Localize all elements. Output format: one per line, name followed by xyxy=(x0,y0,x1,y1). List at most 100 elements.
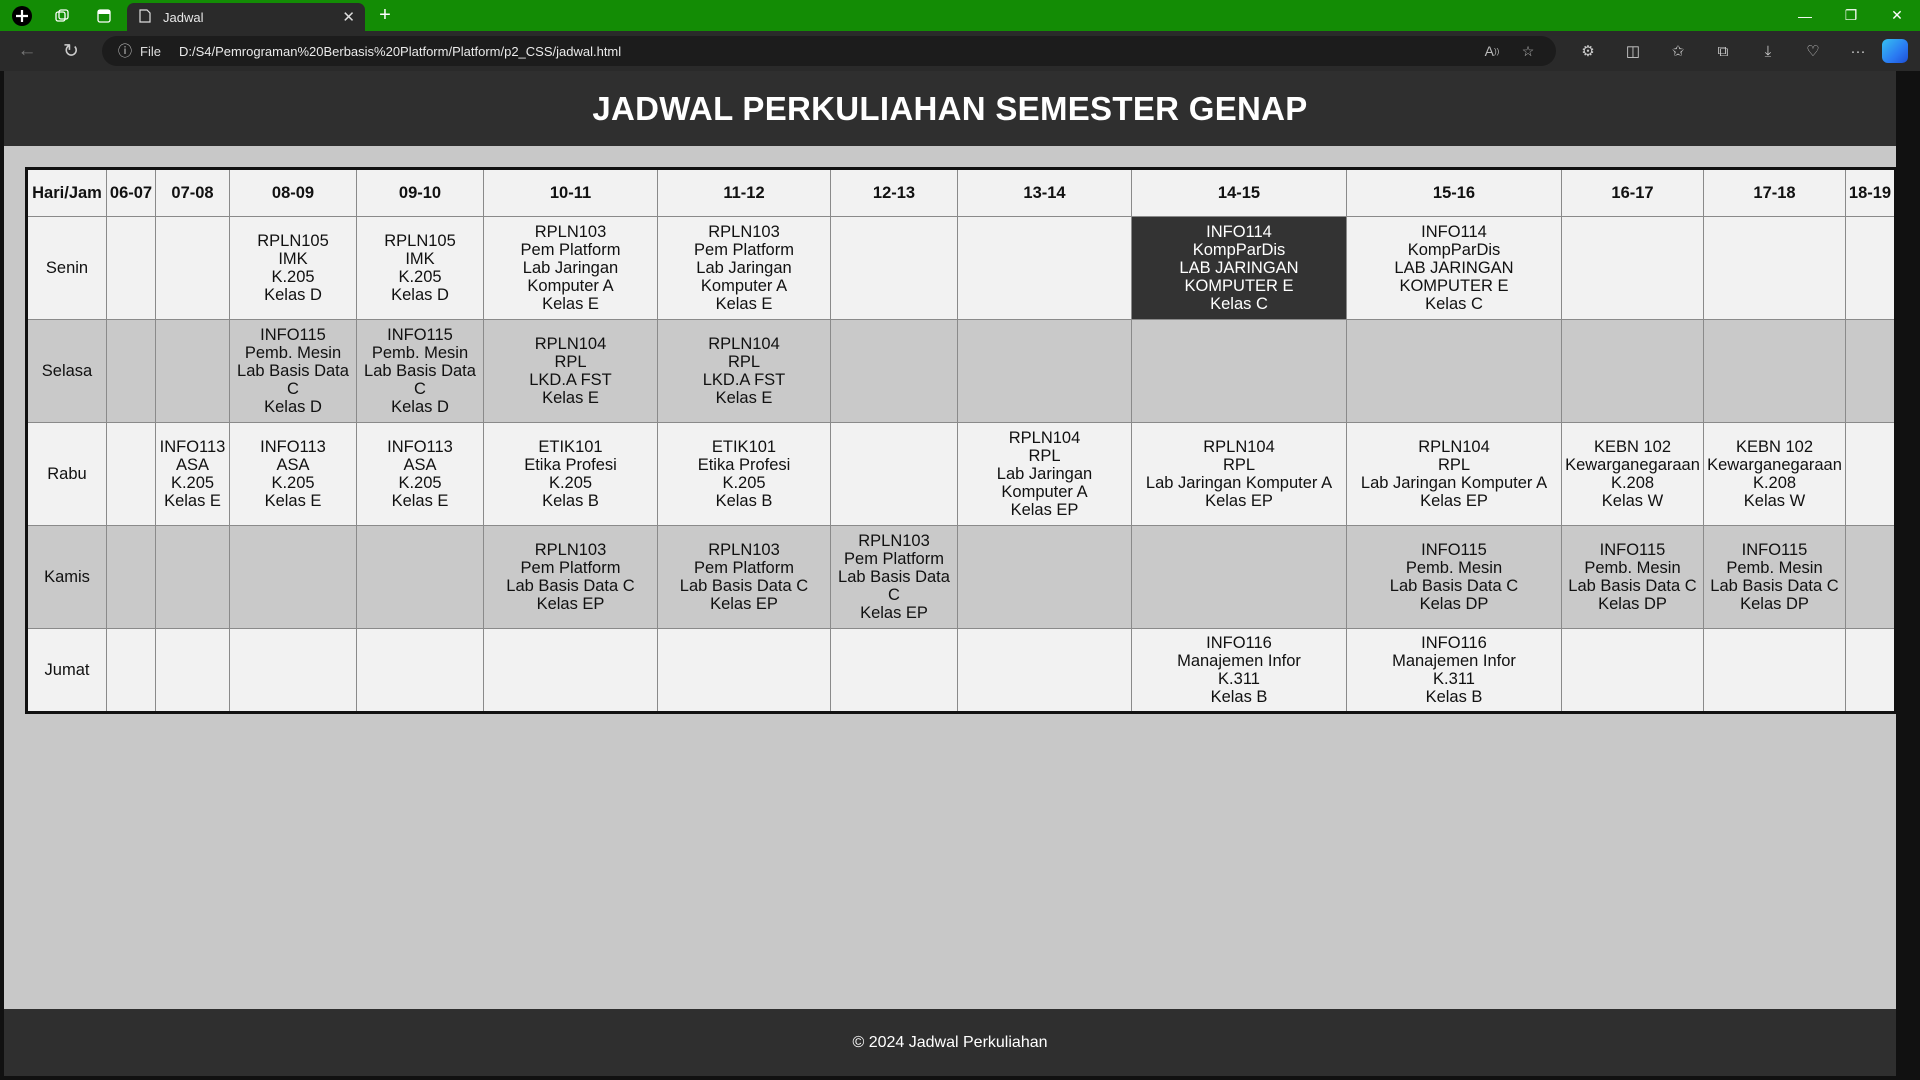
header-hour: 08-09 xyxy=(229,168,357,217)
cell-line: RPLN104 xyxy=(534,335,607,353)
schedule-row-rabu: Rabu INFO113 ASA K.205 Kelas E INFO113 ASA K.20… xyxy=(26,422,1896,526)
tab-actions-icon[interactable] xyxy=(84,0,124,31)
cell-line: Kewarganegaraan xyxy=(1707,456,1842,474)
favorite-star-icon[interactable]: ☆ xyxy=(1514,36,1542,66)
cell-line: RPLN103 xyxy=(858,532,930,550)
cell-line: Lab Basis Data C xyxy=(679,577,809,595)
copilot-icon[interactable] xyxy=(1882,39,1908,63)
class-cell: RPLN103 Pem Platform Lab Basis Data C Kelas … xyxy=(830,525,958,629)
restore-icon[interactable]: ❐ xyxy=(1828,0,1874,31)
cell-line: RPL xyxy=(1028,447,1061,465)
header-hour: 06-07 xyxy=(106,168,156,217)
cell-line: K.205 xyxy=(271,474,315,492)
class-cell: RPLN104 RPL Lab Jaringan Komputer A Kelas EP xyxy=(957,422,1132,526)
class-cell: INFO115 Pemb. Mesin Lab Basis Data C Kelas … xyxy=(1703,525,1846,629)
day-cell: Rabu xyxy=(26,422,107,526)
cell-line: ETIK101 xyxy=(538,438,603,456)
cell-line: Kelas EP xyxy=(1010,501,1079,519)
cell-line: Lab Jaringan xyxy=(522,259,619,277)
cell-line: Kelas EP xyxy=(710,595,778,613)
cell-line: RPLN104 xyxy=(1008,429,1081,447)
class-cell: INFO114 KompParDis LAB JARINGAN KOMPUTER EK… xyxy=(1346,216,1562,320)
empty-cell xyxy=(957,525,1132,629)
downloads-icon[interactable]: ⤓ xyxy=(1750,36,1786,66)
empty-cell xyxy=(483,628,658,713)
schedule-header-row: Hari/Jam 06-07 07-08 08-09 09-10 10-11 11-12 12… xyxy=(26,168,1896,217)
cell-line: Kelas E xyxy=(715,389,773,407)
extensions-icon[interactable]: ⚙ xyxy=(1570,36,1606,66)
cell-line: INFO113 xyxy=(260,438,326,456)
browser-tab[interactable]: Jadwal ✕ xyxy=(127,3,365,31)
cell-line: Kelas E xyxy=(542,295,599,313)
header-hour: 11-12 xyxy=(657,168,831,217)
cell-line: RPLN103 xyxy=(708,541,780,559)
more-menu-icon[interactable]: ··· xyxy=(1840,36,1876,66)
cell-line: INFO115 xyxy=(1599,541,1666,559)
browser-tab-strip: Jadwal ✕ + — ❐ ✕ xyxy=(0,0,1920,31)
cell-line: Kelas E xyxy=(264,492,322,510)
schedule-row-selasa: Selasa INFO115 Pemb. Mesin Lab Basis Data C K… xyxy=(26,319,1896,423)
cell-line: ETIK101 xyxy=(711,438,777,456)
cell-line: Lab Jaringan Komputer A xyxy=(1145,474,1333,492)
workspaces-icon[interactable] xyxy=(42,0,82,31)
empty-cell xyxy=(1346,319,1562,423)
close-window-icon[interactable]: ✕ xyxy=(1874,0,1920,31)
collections-icon[interactable]: ⧉ xyxy=(1705,36,1741,66)
header-hour: 14-15 xyxy=(1131,168,1347,217)
cell-line: Pem Platform xyxy=(520,241,621,259)
class-cell: RPLN103 Pem Platform Lab Basis Data C Kelas… xyxy=(657,525,831,629)
day-cell: Senin xyxy=(26,216,107,320)
cell-line: INFO116 xyxy=(1206,634,1272,652)
empty-cell xyxy=(229,628,357,713)
empty-cell xyxy=(155,628,230,713)
cell-line: KOMPUTER E xyxy=(1184,277,1294,295)
empty-cell xyxy=(155,525,230,629)
class-cell: ETIK101 Etika Profesi K.205 Kelas B xyxy=(483,422,658,526)
browser-essentials-icon[interactable]: ♡ xyxy=(1795,36,1831,66)
cell-line: INFO115 xyxy=(1421,541,1487,559)
header-hour: 17-18 xyxy=(1703,168,1846,217)
cell-line: Kelas B xyxy=(715,492,773,510)
address-bar-row: ← ↻ ⓘ File D:/S4/Pemrograman%20Berbasis%… xyxy=(0,31,1920,71)
cell-line: Pemb. Mesin xyxy=(1584,559,1681,577)
page-footer: © 2024 Jadwal Perkuliahan xyxy=(4,1009,1896,1076)
class-cell: INFO115 Pemb. Mesin Lab Basis Data C Kelas D xyxy=(229,319,357,423)
cell-line: Kelas EP xyxy=(860,604,928,622)
header-hour: 10-11 xyxy=(483,168,658,217)
new-tab-icon[interactable]: + xyxy=(368,0,402,31)
cell-line: Lab Jaringan xyxy=(696,259,792,277)
cell-line: ASA xyxy=(276,456,310,474)
cell-line: Kelas B xyxy=(1210,688,1268,706)
cell-line: ASA xyxy=(175,456,210,474)
close-tab-icon[interactable]: ✕ xyxy=(342,8,355,26)
cell-line: KEBN 102 xyxy=(1735,438,1814,456)
schedule-row-senin: Senin RPLN105 IMK K.205 Kelas D RPLN105 IMK K.2… xyxy=(26,216,1896,320)
cell-line: LKD.A FST xyxy=(529,371,612,389)
cell-line: KOMPUTER E xyxy=(1399,277,1509,295)
split-screen-icon[interactable]: ◫ xyxy=(1615,36,1651,66)
cell-line: RPLN103 xyxy=(708,223,780,241)
empty-cell xyxy=(957,319,1132,423)
cell-line: INFO115 xyxy=(387,326,453,344)
favorites-icon[interactable]: ✩ xyxy=(1660,36,1696,66)
class-cell: INFO116 Manajemen Infor K.311 Kelas B xyxy=(1131,628,1347,713)
cell-line: Kelas D xyxy=(391,286,449,304)
empty-cell xyxy=(1845,628,1896,713)
address-bar[interactable]: ⓘ File D:/S4/Pemrograman%20Berbasis%20Pl… xyxy=(102,36,1556,66)
cell-line: K.205 xyxy=(722,474,766,492)
info-icon[interactable]: ⓘ xyxy=(118,41,132,61)
empty-cell xyxy=(830,422,958,526)
back-icon[interactable]: ← xyxy=(12,36,42,66)
cell-line: INFO115 xyxy=(260,326,326,344)
read-aloud-icon[interactable]: A)) xyxy=(1478,36,1506,66)
refresh-icon[interactable]: ↻ xyxy=(56,36,86,66)
day-cell: Jumat xyxy=(26,628,107,713)
class-cell: INFO115 Pemb. Mesin Lab Basis Data C Kelas D xyxy=(356,319,484,423)
minimize-icon[interactable]: — xyxy=(1782,0,1828,31)
header-hour: 09-10 xyxy=(356,168,484,217)
url-text[interactable]: D:/S4/Pemrograman%20Berbasis%20Platform/… xyxy=(179,44,621,59)
profile-icon[interactable] xyxy=(2,0,42,31)
class-cell: INFO113 ASA K.205 Kelas E xyxy=(356,422,484,526)
cell-line: RPL xyxy=(1222,456,1256,474)
empty-cell xyxy=(657,628,831,713)
